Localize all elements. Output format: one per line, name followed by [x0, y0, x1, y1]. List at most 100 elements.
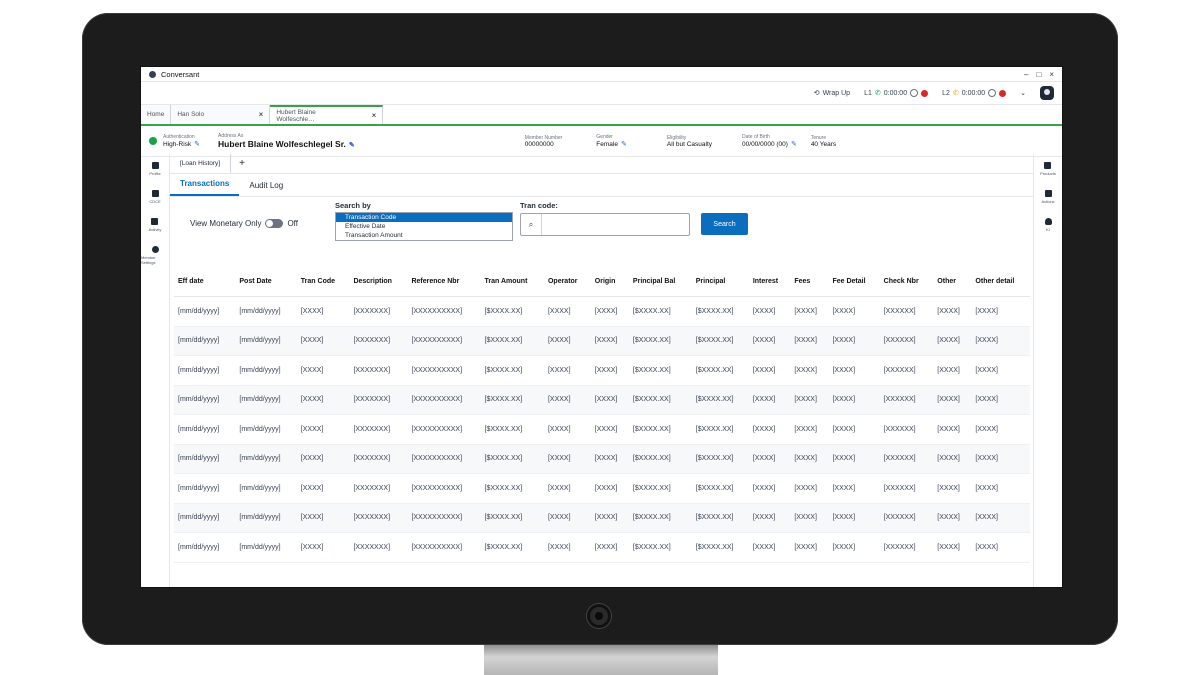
search-button[interactable]: Search — [701, 213, 748, 235]
column-header[interactable]: Reference Nbr — [407, 266, 481, 297]
column-header[interactable]: Origin — [590, 266, 629, 297]
hold-icon[interactable] — [910, 89, 919, 97]
close-icon[interactable]: × — [354, 111, 377, 120]
rail-activity[interactable]: Activity — [149, 218, 161, 232]
refresh-icon: ⟲ — [813, 90, 820, 97]
member-number-field: Member Number 00000000 — [525, 135, 563, 148]
phone-icon: ✆ — [952, 90, 959, 97]
edit-icon[interactable]: ✎ — [621, 141, 627, 148]
table-cell: [mm/dd/yyyy] — [174, 326, 236, 356]
table-cell: [XXXX] — [590, 296, 629, 327]
table-cell: [mm/dd/yyyy] — [235, 473, 297, 504]
column-header[interactable]: Tran Amount — [480, 266, 544, 297]
table-cell: [XXXX] — [790, 503, 829, 533]
table-row[interactable]: [mm/dd/yyyy] [mm/dd/yyyy] [XXXX] [XXXXXXX][… — [174, 444, 1030, 474]
table-cell: [XXXX] — [971, 532, 1030, 563]
table-cell: [XXXX] — [543, 473, 591, 504]
wrap-up-button[interactable]: ⟲ Wrap Up — [813, 89, 850, 98]
tran-code-input[interactable] — [542, 221, 689, 228]
table-cell: [XXXX] — [828, 444, 880, 474]
line-2-status: L2 ✆ 0:00:00 — [942, 89, 1007, 97]
tab-han-solo[interactable]: Han Solo × — [171, 105, 271, 124]
column-header[interactable]: Principal Bal — [628, 266, 692, 297]
add-tab-button[interactable]: + — [231, 158, 253, 169]
hangup-icon[interactable] — [921, 89, 929, 97]
table-cell: [XXXX] — [748, 473, 791, 504]
table-row[interactable]: [mm/dd/yyyy] [mm/dd/yyyy] [XXXX] [XXXXXXX][… — [174, 385, 1030, 415]
edit-icon[interactable]: ✎ — [791, 141, 797, 148]
table-row[interactable]: [mm/dd/yyyy] [mm/dd/yyyy] [XXXX] [XXXXXXX][… — [174, 326, 1030, 356]
inner-tabs: Transactions Audit Log — [170, 174, 1033, 197]
table-body: [mm/dd/yyyy] [mm/dd/yyyy] [XXXX] [XXXXXXX] [… — [174, 296, 1030, 563]
table-cell: [$XXXX.XX] — [628, 532, 692, 563]
table-cell: [XXXXXXX] — [349, 532, 408, 563]
maximize-button[interactable]: □ — [1036, 70, 1041, 79]
tab-home[interactable]: Home — [141, 105, 172, 124]
tab-hubert[interactable]: Hubert Blaine Wolfeschle… × — [270, 105, 384, 124]
option-transaction-amount[interactable]: Transaction Amount — [336, 231, 512, 240]
table-row[interactable]: [mm/dd/yyyy] [mm/dd/yyyy] [XXXX] [XXXXXXX][… — [174, 532, 1030, 563]
table-cell: [XXXXXX] — [879, 296, 934, 327]
search-by-listbox[interactable]: Transaction Code Effective Date Transact… — [335, 212, 513, 241]
left-rail: Profile CDCE Activity Member Settings — [141, 154, 170, 587]
option-effective-date[interactable]: Effective Date — [336, 222, 512, 231]
table-cell: [$XXXX.XX] — [480, 414, 544, 445]
column-header[interactable]: Tran Code — [296, 266, 350, 297]
close-icon[interactable]: × — [241, 110, 264, 119]
hold-icon[interactable] — [988, 89, 997, 97]
table-cell: [$XXXX.XX] — [480, 444, 544, 474]
table-cell: [XXXX] — [748, 326, 791, 356]
rail-member-settings[interactable]: Member Settings — [141, 246, 169, 265]
table-cell: [XXXX] — [790, 414, 829, 445]
hangup-icon[interactable] — [999, 89, 1007, 97]
column-header[interactable]: Other detail — [971, 266, 1030, 297]
column-header[interactable]: Operator — [543, 266, 591, 297]
table-row[interactable]: [mm/dd/yyyy] [mm/dd/yyyy] [XXXX] [XXXXXXX][… — [174, 296, 1030, 327]
column-header[interactable]: Description — [349, 266, 408, 297]
column-header[interactable]: Post Date — [235, 266, 297, 297]
minimize-button[interactable]: – — [1024, 70, 1028, 79]
table-cell: [XXXXXX] — [879, 414, 934, 445]
table-cell: [XXXX] — [971, 296, 1030, 327]
tab-audit-log[interactable]: Audit Log — [239, 181, 293, 196]
list-icon — [1044, 190, 1052, 197]
rail-cdce[interactable]: CDCE — [149, 190, 161, 204]
app-icon — [149, 70, 156, 78]
close-window-button[interactable]: × — [1049, 70, 1054, 79]
table-cell: [XXXX] — [543, 503, 591, 533]
monetary-toggle[interactable] — [265, 219, 284, 228]
edit-icon[interactable]: ✎ — [194, 141, 200, 148]
column-header[interactable]: Principal — [691, 266, 749, 297]
rail-products[interactable]: Products — [1040, 162, 1056, 176]
table-cell: [XXXX] — [828, 385, 880, 415]
rail-profile[interactable]: Profile — [149, 162, 161, 176]
rail-ki[interactable]: KI — [1044, 218, 1052, 232]
column-header[interactable]: Other — [933, 266, 972, 297]
tran-code-field[interactable]: ⌕ — [520, 213, 690, 236]
table-cell: [XXXX] — [748, 296, 791, 327]
table-cell: [XXXX] — [790, 326, 829, 356]
table-row[interactable]: [mm/dd/yyyy] [mm/dd/yyyy] [XXXX] [XXXXXXX][… — [174, 355, 1030, 386]
column-header[interactable]: Fee Detail — [828, 266, 880, 297]
option-transaction-code[interactable]: Transaction Code — [336, 213, 512, 222]
column-header[interactable]: Eff date — [174, 266, 236, 297]
edit-icon[interactable]: ✎ — [349, 142, 355, 149]
rail-actions[interactable]: Actions — [1041, 190, 1055, 204]
column-header[interactable]: Interest — [748, 266, 791, 297]
table-cell: [XXXX] — [590, 503, 629, 533]
chevron-down-icon[interactable]: ⌄ — [1020, 89, 1026, 97]
table-cell: [XXXX] — [748, 503, 791, 533]
table-row[interactable]: [mm/dd/yyyy] [mm/dd/yyyy] [XXXX] [XXXXXXX][… — [174, 473, 1030, 504]
column-header[interactable]: Fees — [790, 266, 829, 297]
tab-transactions[interactable]: Transactions — [170, 179, 240, 196]
table-cell: [$XXXX.XX] — [628, 444, 692, 474]
subtab-loan-history[interactable]: [Loan History] — [170, 154, 232, 173]
table-cell: [XXXX] — [933, 385, 972, 415]
avatar[interactable] — [1040, 86, 1054, 100]
table-row[interactable]: [mm/dd/yyyy] [mm/dd/yyyy] [XXXX] [XXXXXXX][… — [174, 414, 1030, 445]
table-cell: [XXXX] — [971, 503, 1030, 533]
column-header[interactable]: Check Nbr — [879, 266, 934, 297]
table-cell: [XXXXXX] — [879, 326, 934, 356]
table-cell: [XXXX] — [790, 473, 829, 504]
table-row[interactable]: [mm/dd/yyyy] [mm/dd/yyyy] [XXXX] [XXXXXXX][… — [174, 503, 1030, 533]
